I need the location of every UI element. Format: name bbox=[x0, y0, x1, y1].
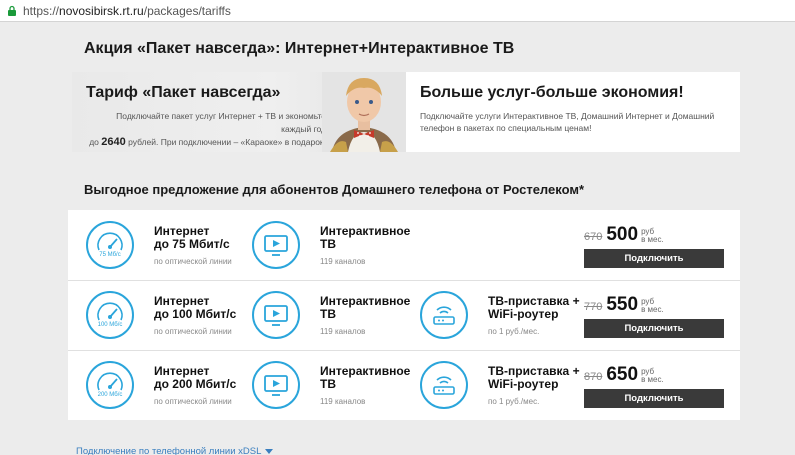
internet-name: Интернет до 100 Мбит/с bbox=[154, 293, 237, 321]
internet-name: Интернет до 200 Мбит/с bbox=[154, 363, 237, 391]
price-unit: руб в мес. bbox=[641, 297, 664, 314]
tv-icon bbox=[252, 221, 300, 269]
address-bar[interactable]: https://novosibirsk.rt.ru/packages/tarif… bbox=[0, 0, 795, 22]
feature-tv: Интерактивное ТВ 119 каналов bbox=[252, 280, 410, 350]
feature-tv: Интерактивное ТВ 119 каналов bbox=[252, 210, 410, 280]
promo-banner[interactable]: Тариф «Пакет навсегда» Подключайте пакет… bbox=[72, 72, 740, 152]
connect-button[interactable]: Подключить bbox=[584, 249, 724, 268]
tv-sub: 119 каналов bbox=[320, 256, 366, 266]
tv-name: Интерактивное ТВ bbox=[320, 363, 411, 391]
new-price: 650 bbox=[606, 364, 639, 385]
price-unit: руб в мес. bbox=[641, 367, 664, 384]
speedometer-icon: 200 Мб/с bbox=[86, 361, 134, 409]
internet-sub: по оптической линии bbox=[154, 326, 232, 336]
connect-button[interactable]: Подключить bbox=[584, 389, 724, 408]
old-price: 770 bbox=[584, 301, 603, 313]
boy-with-bowtie-image bbox=[322, 72, 406, 152]
banner-right-text: Подключайте услуги Интерактивное ТВ, Дом… bbox=[420, 111, 715, 133]
router-icon bbox=[420, 361, 468, 409]
feature-router: ТВ-приставка + WiFi-роутер по 1 руб./мес. bbox=[420, 350, 580, 420]
price-unit: руб в мес. bbox=[641, 227, 664, 244]
new-price: 550 bbox=[606, 294, 639, 315]
tariff-list: 75 Мб/с Интернет до 75 Мбит/с по оптическ… bbox=[68, 210, 740, 420]
speedometer-icon: 75 Мб/с bbox=[86, 221, 134, 269]
feature-internet: 200 Мб/с Интернет до 200 Мбит/с по оптиче… bbox=[86, 350, 236, 420]
price-block: 770 550 руб в мес. Подключить bbox=[584, 294, 724, 338]
page-title: Акция «Пакет навсегда»: Интернет+Интерак… bbox=[84, 40, 515, 57]
tariff-row: 100 Мб/с Интернет до 100 Мбит/с по оптиче… bbox=[68, 280, 740, 350]
tv-name: Интерактивное ТВ bbox=[320, 293, 411, 321]
tv-icon bbox=[252, 361, 300, 409]
router-name: ТВ-приставка + WiFi-роутер bbox=[488, 363, 580, 391]
tv-icon bbox=[252, 291, 300, 339]
banner-left-text: Подключайте пакет услуг Интернет + ТВ и … bbox=[89, 111, 326, 148]
tv-name: Интерактивное ТВ bbox=[320, 223, 411, 251]
old-price: 670 bbox=[584, 231, 603, 243]
feature-tv: Интерактивное ТВ 119 каналов bbox=[252, 350, 410, 420]
new-price: 500 bbox=[606, 224, 639, 245]
banner-more-services[interactable]: Больше услуг-больше экономия! Подключайт… bbox=[406, 72, 740, 152]
tv-sub: 119 каналов bbox=[320, 396, 366, 406]
router-sub: по 1 руб./мес. bbox=[488, 326, 540, 336]
banner-left-title: Тариф «Пакет навсегда» bbox=[86, 84, 281, 101]
banner-right-title: Больше услуг-больше экономия! bbox=[420, 84, 684, 101]
lock-icon bbox=[8, 5, 16, 16]
feature-router: ТВ-приставка + WiFi-роутер по 1 руб./мес. bbox=[420, 280, 580, 350]
internet-sub: по оптической линии bbox=[154, 396, 232, 406]
old-price: 870 bbox=[584, 371, 603, 383]
tv-sub: 119 каналов bbox=[320, 326, 366, 336]
router-name: ТВ-приставка + WiFi-роутер bbox=[488, 293, 580, 321]
internet-name: Интернет до 75 Мбит/с bbox=[154, 223, 230, 251]
section-title: Выгодное предложение для абонентов Домаш… bbox=[84, 182, 585, 197]
banner-forever-package[interactable]: Тариф «Пакет навсегда» Подключайте пакет… bbox=[72, 72, 406, 152]
chevron-down-icon bbox=[265, 449, 274, 454]
feature-internet: 75 Мб/с Интернет до 75 Мбит/с по оптическ… bbox=[86, 210, 232, 280]
feature-internet: 100 Мб/с Интернет до 100 Мбит/с по оптиче… bbox=[86, 280, 236, 350]
tariff-row: 75 Мб/с Интернет до 75 Мбит/с по оптическ… bbox=[68, 210, 740, 280]
connect-button[interactable]: Подключить bbox=[584, 319, 724, 338]
internet-sub: по оптической линии bbox=[154, 256, 232, 266]
xdsl-link-label: Подключение по телефонной линии xDSL bbox=[76, 446, 262, 455]
url-text: https://novosibirsk.rt.ru/packages/tarif… bbox=[23, 3, 231, 18]
router-icon bbox=[420, 291, 468, 339]
xdsl-link[interactable]: Подключение по телефонной линии xDSL bbox=[76, 446, 274, 455]
price-block: 670 500 руб в мес. Подключить bbox=[584, 224, 724, 268]
router-sub: по 1 руб./мес. bbox=[488, 396, 540, 406]
speedometer-icon: 100 Мб/с bbox=[86, 291, 134, 339]
price-block: 870 650 руб в мес. Подключить bbox=[584, 364, 724, 408]
tariff-row: 200 Мб/с Интернет до 200 Мбит/с по оптиче… bbox=[68, 350, 740, 420]
